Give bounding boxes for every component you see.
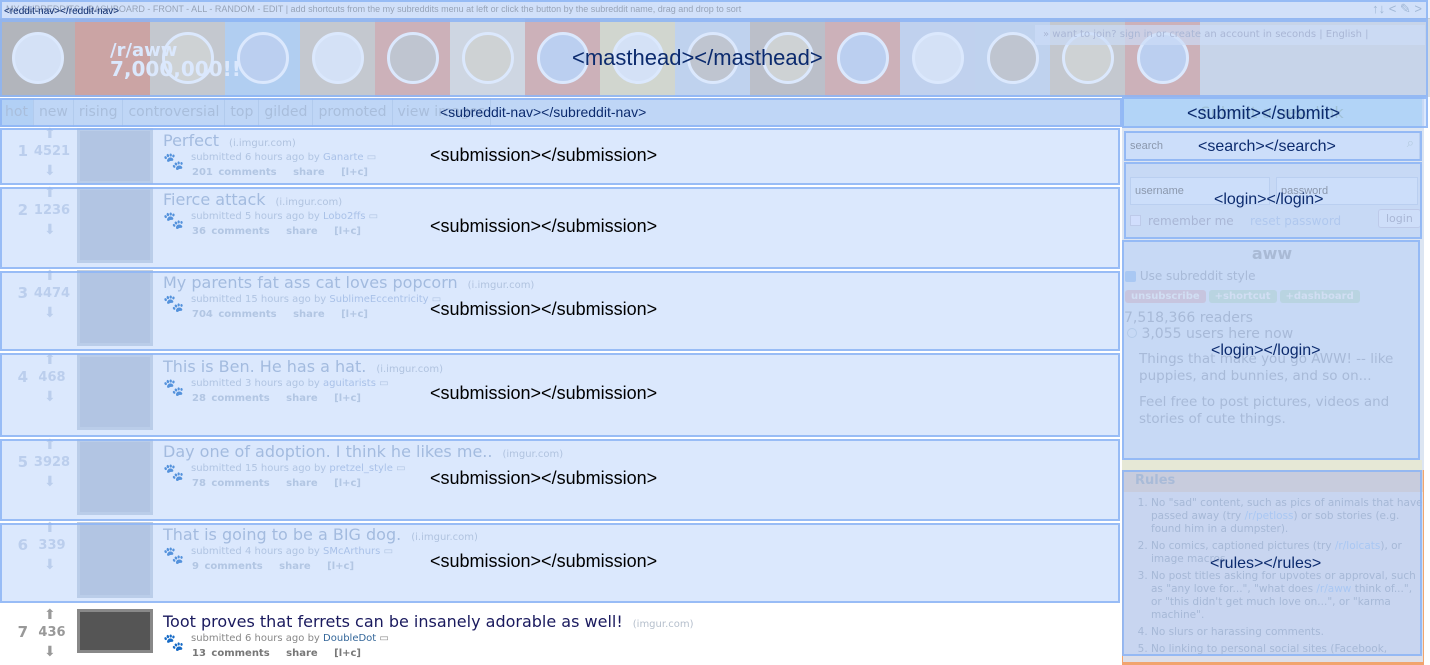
submitted-label: submitted	[191, 633, 242, 644]
score: 436	[38, 625, 66, 640]
share-link[interactable]: share	[286, 648, 318, 659]
submission-2-overlay-label: <submission></submission>	[430, 216, 658, 236]
tag-icon: ▭	[379, 633, 389, 644]
submission-5-overlay-label: <submission></submission>	[430, 468, 658, 488]
thumbnail[interactable]	[77, 609, 153, 653]
submission-4-overlay-label: <submission></submission>	[430, 383, 658, 403]
downvote-arrow-icon[interactable]: ⬇	[44, 644, 56, 660]
search-overlay-label: <search></search>	[1198, 138, 1336, 155]
submit-overlay-label: <submit></submit>	[1187, 103, 1341, 123]
time: 6 hours ago	[244, 633, 305, 644]
author-link[interactable]: DoubleDot	[323, 633, 376, 644]
login-2-overlay-label: <login></login>	[1211, 342, 1321, 359]
masthead-overlay-label: <masthead></masthead>	[572, 45, 823, 70]
comments-link[interactable]: 13 comments	[192, 648, 270, 659]
by-label: by	[307, 633, 320, 644]
submission-1-overlay-label: <submission></submission>	[430, 144, 658, 165]
upvote-arrow-icon[interactable]: ⬆	[44, 607, 56, 623]
paw-icon: 🐾	[163, 633, 185, 653]
tagline: submitted 6 hours ago by DoubleDot ▭	[191, 633, 389, 644]
login-overlay-label: <login></login>	[1214, 191, 1324, 208]
subreddit-nav-overlay-label: <subreddit-nav></subreddit-nav>	[440, 104, 647, 120]
reddit-nav-overlay	[0, 0, 1428, 20]
title-line: Toot proves that ferrets can be insanely…	[163, 612, 694, 631]
domain[interactable]: (imgur.com)	[633, 619, 694, 630]
link-comments-link[interactable]: [l+c]	[334, 648, 361, 659]
rank: 7	[17, 623, 28, 641]
reddit-nav-overlay-label: <reddit-nav></reddit-nav>	[4, 6, 120, 17]
submission-title[interactable]: Toot proves that ferrets can be insanely…	[163, 612, 623, 631]
submission: 7 ⬆ 436 ⬇ Toot proves that ferrets can b…	[0, 605, 1122, 665]
rules-overlay-label: <rules></rules>	[1210, 555, 1322, 572]
submission-6-overlay-label: <submission></submission>	[430, 551, 658, 571]
action-buttons: 13 comments share [l+c]	[192, 648, 361, 659]
divider	[1122, 460, 1422, 470]
submission-3-overlay-label: <submission></submission>	[430, 299, 658, 319]
